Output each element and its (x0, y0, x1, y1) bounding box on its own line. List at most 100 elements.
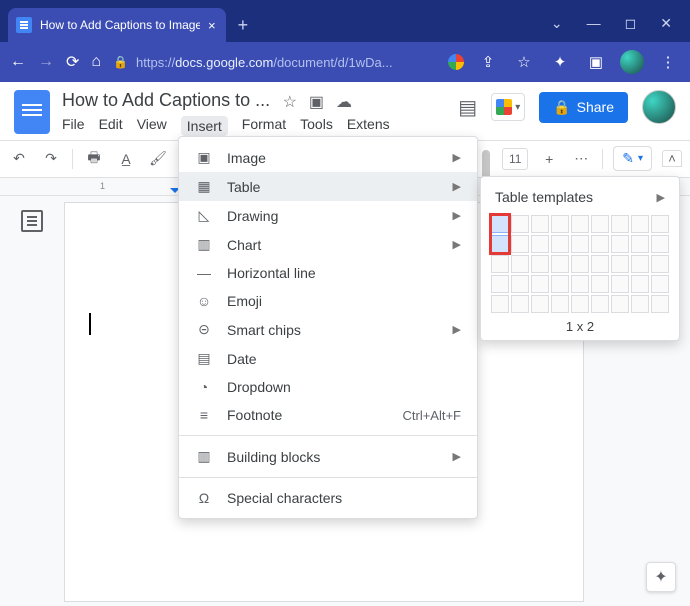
move-document-icon[interactable]: ▣ (309, 92, 324, 112)
menu-item-chart[interactable]: ▥ Chart ▶ (179, 230, 477, 259)
menu-extensions[interactable]: Extens (347, 116, 390, 136)
grid-cell[interactable] (531, 295, 549, 313)
grid-cell[interactable] (491, 295, 509, 313)
grid-cell[interactable] (491, 255, 509, 273)
menu-edit[interactable]: Edit (99, 116, 123, 136)
reload-button[interactable]: ⟳ (66, 52, 79, 72)
spellcheck-button[interactable]: A̲ (115, 151, 137, 167)
cloud-status-icon[interactable]: ☁ (336, 92, 352, 112)
grid-cell[interactable] (551, 295, 569, 313)
kebab-menu-icon[interactable]: ⋮ (656, 50, 680, 74)
extensions-icon[interactable]: ✦ (548, 50, 572, 74)
grid-cell[interactable] (591, 255, 609, 273)
grid-cell[interactable] (631, 235, 649, 253)
grid-cell[interactable] (651, 295, 669, 313)
grid-cell[interactable] (611, 235, 629, 253)
menu-file[interactable]: File (62, 116, 85, 136)
redo-button[interactable]: ↷ (40, 150, 62, 167)
grid-cell[interactable] (531, 255, 549, 273)
editing-mode-button[interactable]: ✎ ▾ (613, 146, 652, 171)
grid-cell[interactable] (571, 275, 589, 293)
grid-cell[interactable] (491, 215, 509, 233)
grid-cell[interactable] (511, 275, 529, 293)
grid-cell[interactable] (511, 295, 529, 313)
chevron-down-icon[interactable]: ⌄ (551, 15, 563, 32)
grid-cell[interactable] (631, 255, 649, 273)
font-size-input[interactable]: 11 (502, 148, 528, 170)
grid-cell[interactable] (631, 275, 649, 293)
grid-cell[interactable] (571, 255, 589, 273)
menu-item-special-characters[interactable]: Ω Special characters (179, 484, 477, 512)
grid-cell[interactable] (591, 235, 609, 253)
menu-item-table-templates[interactable]: Table templates ▶ (491, 185, 669, 215)
document-title[interactable]: How to Add Captions to ... (62, 90, 270, 110)
menu-item-image[interactable]: ▣ Image ▶ (179, 143, 477, 172)
meet-button[interactable]: ▾ (491, 93, 525, 121)
share-page-icon[interactable]: ⇪ (476, 50, 500, 74)
maximize-icon[interactable]: ◻ (625, 15, 637, 32)
star-document-icon[interactable]: ☆ (283, 92, 297, 112)
grid-cell[interactable] (531, 215, 549, 233)
reading-list-icon[interactable]: ▣ (584, 50, 608, 74)
comments-icon[interactable]: ▤ (458, 95, 477, 120)
grid-cell[interactable] (651, 235, 669, 253)
menu-format[interactable]: Format (242, 116, 286, 136)
grid-cell[interactable] (631, 215, 649, 233)
font-size-inc-button[interactable]: + (538, 151, 560, 167)
grid-cell[interactable] (491, 275, 509, 293)
account-avatar[interactable] (642, 90, 676, 124)
undo-button[interactable]: ↶ (8, 150, 30, 167)
table-size-picker[interactable] (491, 215, 669, 313)
grid-cell[interactable] (531, 235, 549, 253)
grid-cell[interactable] (631, 295, 649, 313)
browser-tab[interactable]: How to Add Captions to Images × (8, 8, 226, 42)
menu-item-smart-chips[interactable]: ⊝ Smart chips ▶ (179, 315, 477, 344)
grid-cell[interactable] (571, 235, 589, 253)
print-button[interactable]: 🖶 (83, 147, 105, 171)
grid-cell[interactable] (591, 215, 609, 233)
menu-item-dropdown[interactable]: ◔ Dropdown (179, 373, 477, 401)
menu-insert[interactable]: Insert (181, 116, 228, 136)
more-tools-icon[interactable]: ⋯ (570, 150, 592, 167)
grid-cell[interactable] (571, 215, 589, 233)
menu-item-footnote[interactable]: ≡ Footnote Ctrl+Alt+F (179, 401, 477, 429)
document-outline-button[interactable] (21, 210, 43, 232)
grid-cell[interactable] (511, 215, 529, 233)
grid-cell[interactable] (651, 215, 669, 233)
grid-cell[interactable] (611, 275, 629, 293)
menu-view[interactable]: View (137, 116, 167, 136)
browser-profile-avatar[interactable] (620, 50, 644, 74)
explore-button[interactable]: ✦ (646, 562, 676, 592)
grid-cell[interactable] (551, 235, 569, 253)
close-window-icon[interactable]: ✕ (660, 15, 672, 32)
grid-cell[interactable] (511, 255, 529, 273)
grid-cell[interactable] (591, 275, 609, 293)
grid-cell[interactable] (571, 295, 589, 313)
grid-cell[interactable] (611, 255, 629, 273)
menu-item-table[interactable]: ▦ Table ▶ (179, 172, 477, 201)
menu-tools[interactable]: Tools (300, 116, 333, 136)
menu-item-drawing[interactable]: ◺ Drawing ▶ (179, 201, 477, 230)
grid-cell[interactable] (551, 215, 569, 233)
home-button[interactable]: ⌂ (91, 53, 101, 71)
google-icon[interactable] (448, 54, 464, 70)
menu-item-date[interactable]: ▤ Date (179, 344, 477, 373)
star-icon[interactable]: ☆ (512, 50, 536, 74)
grid-cell[interactable] (651, 275, 669, 293)
grid-cell[interactable] (551, 255, 569, 273)
back-button[interactable]: ← (10, 53, 26, 71)
menu-item-horizontal-line[interactable]: — Horizontal line (179, 259, 477, 287)
docs-logo-icon[interactable] (14, 90, 50, 134)
grid-cell[interactable] (611, 295, 629, 313)
new-tab-button[interactable]: + (238, 15, 249, 36)
grid-cell[interactable] (611, 215, 629, 233)
address-bar[interactable]: 🔒 https://docs.google.com/document/d/1wD… (113, 55, 436, 70)
grid-cell[interactable] (551, 275, 569, 293)
menu-item-emoji[interactable]: ☺ Emoji (179, 287, 477, 315)
collapse-toolbar-button[interactable]: ˄ (662, 150, 682, 167)
minimize-icon[interactable]: — (587, 15, 601, 32)
grid-cell[interactable] (591, 295, 609, 313)
grid-cell[interactable] (651, 255, 669, 273)
paint-format-button[interactable]: 🖌 (147, 150, 169, 167)
grid-cell[interactable] (491, 235, 509, 253)
